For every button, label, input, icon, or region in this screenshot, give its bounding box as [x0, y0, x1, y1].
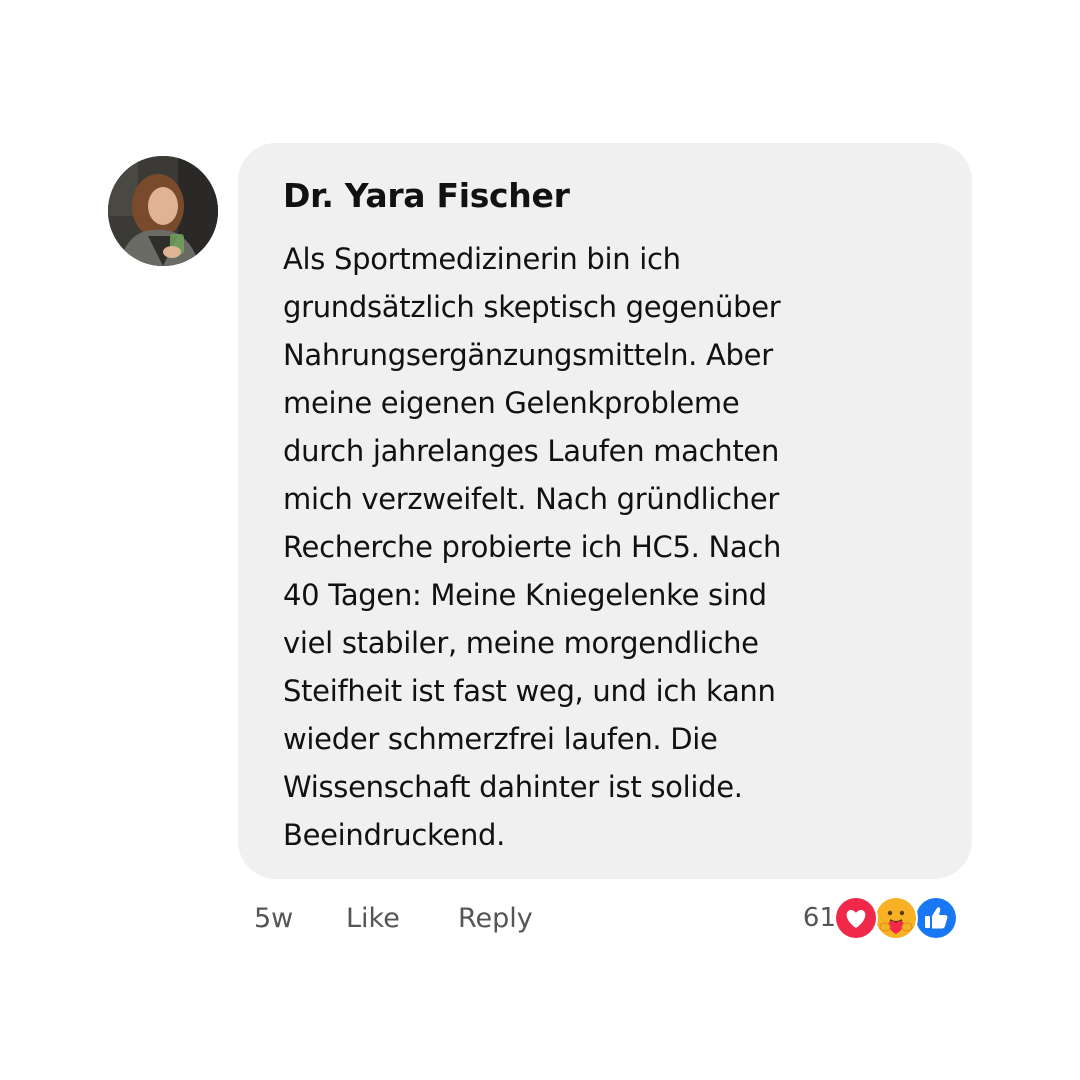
comment-text: Als Sportmedizinerin bin ich grundsätzli…	[283, 235, 928, 859]
like-button[interactable]: Like	[346, 903, 458, 934]
comment-line: Wissenschaft dahinter ist solide.	[283, 770, 743, 804]
comment-line: Recherche probierte ich HC5. Nach	[283, 530, 782, 564]
comment-line: Als Sportmedizinerin bin ich	[283, 242, 681, 276]
comment-line: Steifheit ist fast weg, und ich kann	[283, 674, 776, 708]
comment-line: grundsätzlich skeptisch gegenüber	[283, 290, 781, 324]
like-reaction-icon	[914, 896, 958, 940]
comment-line: Nahrungsergänzungsmitteln. Aber	[283, 338, 773, 372]
comment-bubble: Dr. Yara Fischer Als Sportmedizinerin bi…	[238, 143, 972, 879]
reply-button[interactable]: Reply	[458, 903, 533, 934]
reaction-summary[interactable]: 61	[803, 896, 958, 940]
comment-timestamp[interactable]: 5w	[254, 903, 346, 934]
comment-author[interactable]: Dr. Yara Fischer	[283, 175, 928, 217]
comment-actions: 5w Like Reply	[254, 895, 533, 941]
comment-line: viel stabiler, meine morgendliche	[283, 626, 759, 660]
reaction-count: 61	[802, 903, 836, 933]
comment-line: Beeindruckend.	[283, 818, 506, 852]
care-reaction-icon	[874, 896, 918, 940]
comment-line: meine eigenen Gelenkprobleme	[283, 386, 740, 420]
comment-line: wieder schmerzfrei laufen. Die	[283, 722, 718, 756]
comment-line: durch jahrelanges Laufen machten	[283, 434, 780, 468]
heart-reaction-icon	[834, 896, 878, 940]
avatar-photo	[108, 156, 218, 266]
comment-line: mich verzweifelt. Nach gründlicher	[283, 482, 780, 516]
comment-line: 40 Tagen: Meine Kniegelenke sind	[283, 578, 767, 612]
avatar[interactable]	[108, 156, 218, 266]
